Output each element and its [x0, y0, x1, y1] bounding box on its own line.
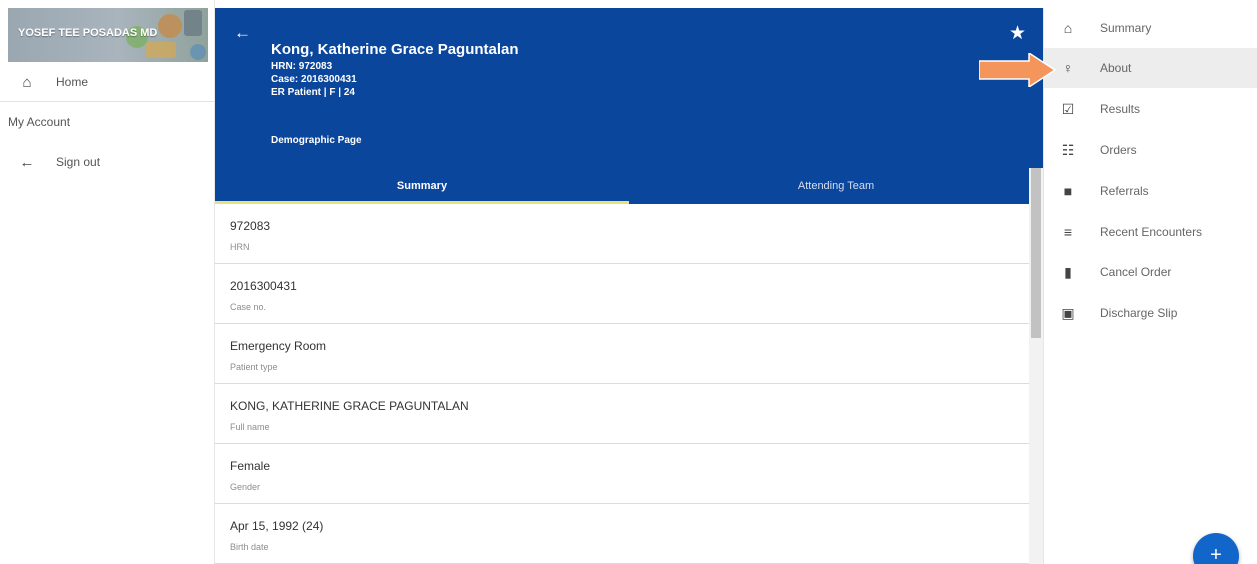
- field-value: Apr 15, 1992 (24): [230, 519, 324, 533]
- list-item: Apr 15, 1992 (24) Birth date: [215, 504, 1029, 564]
- menu-item-cancel-order[interactable]: ▮ Cancel Order: [1044, 252, 1257, 292]
- menu-item-label: Referrals: [1100, 184, 1149, 198]
- list-item: 2016300431 Case no.: [215, 264, 1029, 324]
- menu-item-referrals[interactable]: ■ Referrals: [1044, 171, 1257, 211]
- menu-item-label: Results: [1100, 102, 1141, 116]
- tab-attending-team[interactable]: Attending Team: [629, 178, 1043, 204]
- star-icon[interactable]: ★: [1009, 24, 1026, 43]
- user-banner[interactable]: YOSEF TEE POSADAS MD: [8, 8, 208, 62]
- tab-bar: Summary Attending Team: [215, 178, 1043, 204]
- patient-header: ← ★ Kong, Katherine Grace Paguntalan HRN…: [215, 8, 1043, 204]
- menu-item-recent-encounters[interactable]: ≡ Recent Encounters: [1044, 212, 1257, 252]
- drawer-item-label: Home: [56, 75, 89, 89]
- menu-item-summary[interactable]: ⌂ Summary: [1044, 8, 1257, 48]
- left-drawer: YOSEF TEE POSADAS MD ⌂ Home My Account ←…: [0, 0, 215, 564]
- trash-icon: ▮: [1064, 263, 1072, 280]
- user-name: YOSEF TEE POSADAS MD: [18, 27, 158, 39]
- menu-item-label: Summary: [1100, 21, 1152, 35]
- drawer-item-sign-out[interactable]: ← Sign out: [0, 142, 214, 182]
- menu-item-label: Recent Encounters: [1100, 225, 1203, 239]
- field-value: 2016300431: [230, 279, 297, 293]
- field-value: Female: [230, 459, 271, 473]
- field-value: KONG, KATHERINE GRACE PAGUNTALAN: [230, 399, 469, 413]
- person-icon: ♀: [1062, 60, 1074, 76]
- field-value: Emergency Room: [230, 339, 327, 353]
- field-list: 972083 HRN 2016300431 Case no. Emergency…: [215, 204, 1029, 564]
- list-item: 972083 HRN: [215, 204, 1029, 264]
- menu-item-label: About: [1100, 61, 1132, 75]
- arrow-left-icon: ←: [19, 153, 35, 171]
- patient-case: Case: 2016300431: [271, 74, 357, 85]
- clipboard-icon: ☷: [1061, 141, 1075, 158]
- menu-item-label: Cancel Order: [1100, 265, 1172, 279]
- home-icon: ⌂: [22, 73, 32, 91]
- patient-type-line: ER Patient | F | 24: [271, 87, 355, 98]
- right-menu: ⌂ Summary ♀ About ☑ Results ☷ Orders ■ R…: [1043, 8, 1257, 564]
- field-label: Birth date: [230, 542, 269, 552]
- field-label: HRN: [230, 242, 250, 252]
- banner-decoration: [146, 42, 176, 58]
- back-arrow-icon[interactable]: ←: [234, 24, 251, 41]
- menu-item-discharge-slip[interactable]: ▣ Discharge Slip: [1044, 293, 1257, 333]
- menu-item-about[interactable]: ♀ About: [1044, 48, 1257, 88]
- menu-item-results[interactable]: ☑ Results: [1044, 89, 1257, 129]
- sort-icon: ≡: [1063, 224, 1073, 240]
- menu-item-label: Orders: [1100, 143, 1137, 157]
- list-item: KONG, KATHERINE GRACE PAGUNTALAN Full na…: [215, 384, 1029, 444]
- drawer-item-my-account[interactable]: My Account: [0, 102, 214, 142]
- badge-icon: ▣: [1061, 304, 1075, 321]
- patient-panel: ← ★ Kong, Katherine Grace Paguntalan HRN…: [215, 8, 1043, 564]
- banner-decoration: [184, 10, 202, 36]
- field-label: Full name: [230, 422, 270, 432]
- scrollbar-thumb[interactable]: [1031, 168, 1041, 338]
- drawer-item-label: Sign out: [56, 155, 101, 169]
- field-label: Gender: [230, 482, 261, 492]
- bookmark-icon: ■: [1063, 183, 1073, 199]
- field-label: Case no.: [230, 302, 267, 312]
- home-icon: ⌂: [1063, 20, 1073, 36]
- annotation-arrow: [979, 53, 1057, 87]
- list-item: Female Gender: [215, 444, 1029, 504]
- check-clipboard-icon: ☑: [1061, 100, 1075, 117]
- patient-hrn: HRN: 972083: [271, 61, 333, 72]
- banner-decoration: [158, 14, 182, 38]
- drawer-item-home[interactable]: ⌂ Home: [0, 62, 214, 102]
- patient-name: Kong, Katherine Grace Paguntalan: [271, 41, 519, 58]
- field-value: 972083: [230, 219, 271, 233]
- field-label: Patient type: [230, 362, 278, 372]
- banner-decoration: [190, 44, 206, 60]
- list-item: Emergency Room Patient type: [215, 324, 1029, 384]
- drawer-item-label: My Account: [8, 115, 71, 129]
- tab-summary[interactable]: Summary: [215, 178, 629, 204]
- menu-item-orders[interactable]: ☷ Orders: [1044, 130, 1257, 170]
- page-label: Demographic Page: [271, 135, 362, 146]
- menu-item-label: Discharge Slip: [1100, 306, 1178, 320]
